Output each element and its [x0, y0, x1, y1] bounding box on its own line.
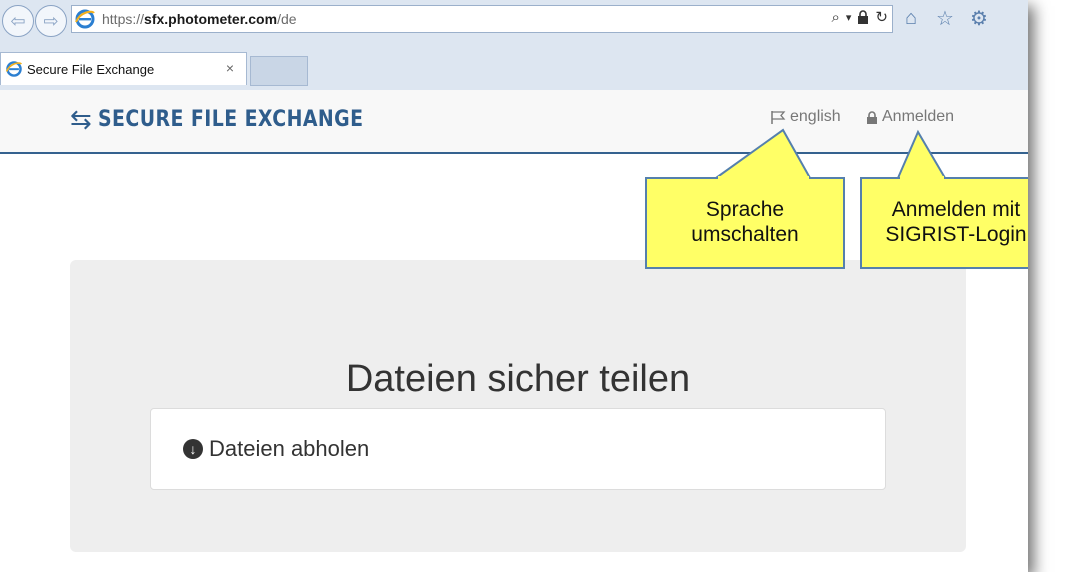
callout-pointer-overlay	[718, 176, 944, 180]
browser-window: ⇦ ⇨ https://sfx.photometer.com/de ⌕ ▾ ↻ …	[0, 0, 1028, 572]
